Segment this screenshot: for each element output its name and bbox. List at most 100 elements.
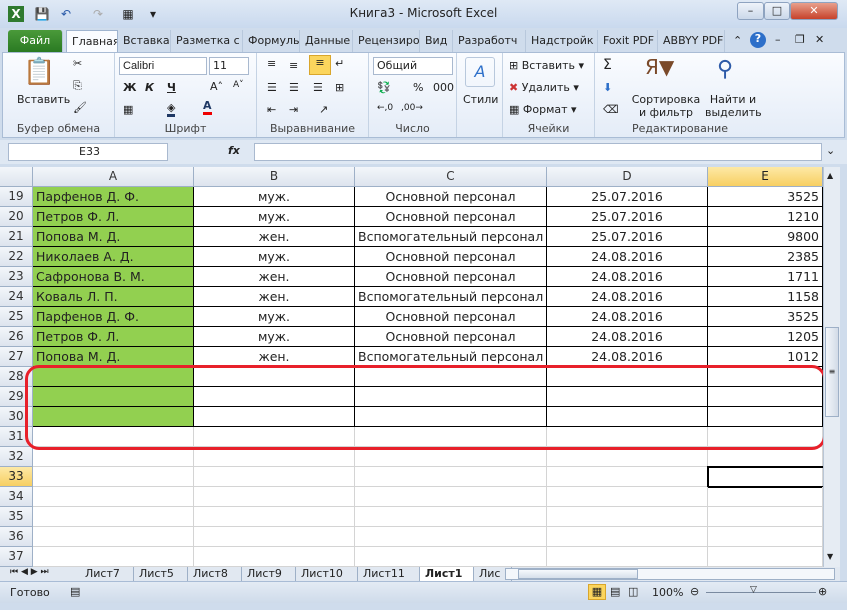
cell-d[interactable]: 24.08.2016 [547, 267, 708, 287]
cell-d[interactable]: 25.07.2016 [547, 207, 708, 227]
macro-record-icon[interactable]: ▤ [70, 585, 80, 598]
cell-b[interactable] [194, 367, 355, 387]
cell-a[interactable] [33, 487, 194, 507]
name-box[interactable]: E33 [8, 143, 168, 161]
paste-icon[interactable]: 📋 [23, 57, 55, 87]
row-header[interactable]: 19 [0, 187, 33, 207]
tab-foxit[interactable]: Foxit PDF [598, 30, 658, 52]
sheet-nav-icon[interactable]: ⏮ ◀ ▶ ⏭ [10, 567, 49, 577]
align-right-icon[interactable]: ☰ [313, 81, 323, 94]
cell-b[interactable] [194, 487, 355, 507]
cell-a[interactable]: Коваль Л. П. [33, 287, 194, 307]
tab-formulas[interactable]: Формулы [243, 30, 300, 52]
styles-icon[interactable]: A [465, 57, 495, 87]
shrink-font-icon[interactable]: A˅ [233, 80, 244, 90]
column-header-e[interactable]: E [708, 167, 823, 187]
row-header[interactable]: 24 [0, 287, 33, 307]
row-header[interactable]: 31 [0, 427, 33, 447]
row-header[interactable]: 37 [0, 547, 33, 567]
cell-c[interactable]: Основной персонал [355, 267, 547, 287]
format-cells-button[interactable]: ▦ Формат ▾ [509, 103, 577, 116]
cell-a[interactable]: Петров Ф. Л. [33, 207, 194, 227]
tab-file[interactable]: Файл [8, 30, 63, 52]
insert-function-button[interactable]: fx [228, 144, 240, 157]
cell-c[interactable] [355, 447, 547, 467]
cell-b[interactable] [194, 507, 355, 527]
fill-icon[interactable]: ⬇ [603, 81, 612, 94]
align-center-icon[interactable]: ☰ [289, 81, 299, 94]
row-header[interactable]: 30 [0, 407, 33, 427]
cell-d[interactable] [547, 427, 708, 447]
cell-e[interactable] [708, 447, 823, 467]
cell-b[interactable] [194, 427, 355, 447]
cell-b[interactable]: муж. [194, 187, 355, 207]
cell-c[interactable] [355, 527, 547, 547]
font-name-select[interactable]: Calibri [119, 57, 207, 75]
vertical-scrollbar[interactable]: ▲ ≡ ▼ [823, 167, 840, 567]
cell-d[interactable] [547, 407, 708, 427]
cell-d[interactable]: 24.08.2016 [547, 287, 708, 307]
tab-home[interactable]: Главная [66, 30, 118, 52]
sheet-tab[interactable]: Лист11 [358, 567, 420, 581]
row-header[interactable]: 32 [0, 447, 33, 467]
cell-b[interactable]: жен. [194, 227, 355, 247]
tab-addins[interactable]: Надстройк [526, 30, 598, 52]
cell-e[interactable] [708, 487, 823, 507]
row-header[interactable]: 23 [0, 267, 33, 287]
page-break-view-icon[interactable]: ◫ [628, 585, 638, 598]
cell-a[interactable]: Сафронова В. М. [33, 267, 194, 287]
zoom-level[interactable]: 100% [652, 586, 683, 599]
column-header-c[interactable]: C [355, 167, 547, 187]
orientation-icon[interactable]: ↗ [319, 103, 328, 116]
cell-c[interactable] [355, 427, 547, 447]
minimize-ribbon-icon[interactable]: ⌃ [733, 34, 742, 47]
cell-c[interactable] [355, 407, 547, 427]
cell-b[interactable] [194, 467, 355, 487]
align-bottom-icon[interactable]: ≡ [309, 55, 331, 75]
row-header[interactable]: 20 [0, 207, 33, 227]
cell-d[interactable]: 25.07.2016 [547, 187, 708, 207]
sheet-tab[interactable]: Лист10 [296, 567, 358, 581]
close-button[interactable]: ✕ [790, 2, 838, 20]
increase-decimal-icon[interactable]: ←,0 [377, 103, 393, 113]
cell-e[interactable] [708, 547, 823, 567]
cell-e[interactable]: 1158 [708, 287, 823, 307]
cell-e[interactable]: 1205 [708, 327, 823, 347]
cell-a[interactable]: Парфенов Д. Ф. [33, 307, 194, 327]
sheet-tab[interactable]: Лист5 [134, 567, 188, 581]
cell-d[interactable]: 24.08.2016 [547, 247, 708, 267]
cell-c[interactable]: Основной персонал [355, 247, 547, 267]
cell-b[interactable] [194, 547, 355, 567]
cell-b[interactable] [194, 527, 355, 547]
row-header[interactable]: 21 [0, 227, 33, 247]
cell-e[interactable]: 9800 [708, 227, 823, 247]
styles-button[interactable]: Стили [463, 93, 498, 106]
cell-a[interactable]: Парфенов Д. Ф. [33, 187, 194, 207]
decrease-indent-icon[interactable]: ⇤ [267, 103, 276, 116]
doc-close-icon[interactable]: ✕ [815, 33, 824, 46]
cell-a[interactable] [33, 547, 194, 567]
tab-view[interactable]: Вид [420, 30, 453, 52]
zoom-slider-handle[interactable]: ▽ [750, 585, 757, 595]
zoom-out-icon[interactable]: ⊖ [690, 585, 699, 598]
cell-c[interactable] [355, 487, 547, 507]
row-header[interactable]: 27 [0, 347, 33, 367]
row-header[interactable]: 22 [0, 247, 33, 267]
cell-a[interactable] [33, 507, 194, 527]
spreadsheet-grid[interactable]: A B C D E 19 Парфенов Д. Ф. муж. Основной персон… [0, 167, 823, 567]
scroll-up-icon[interactable]: ▲ [827, 171, 833, 180]
tab-abbyy[interactable]: ABBYY PDF [658, 30, 725, 52]
cell-d[interactable] [547, 387, 708, 407]
maximize-button[interactable]: □ [764, 2, 790, 20]
page-layout-view-icon[interactable]: ▤ [610, 585, 620, 598]
copy-icon[interactable]: ⎘ [73, 79, 82, 93]
clear-icon[interactable]: ⌫ [603, 103, 619, 116]
scroll-down-icon[interactable]: ▼ [827, 552, 833, 561]
minimize-button[interactable]: – [737, 2, 764, 20]
cut-icon[interactable]: ✂ [73, 57, 82, 70]
tab-data[interactable]: Данные [300, 30, 353, 52]
cell-d[interactable] [547, 547, 708, 567]
cell-b[interactable]: жен. [194, 347, 355, 367]
decrease-decimal-icon[interactable]: ,00→ [401, 103, 423, 113]
insert-cells-button[interactable]: ⊞ Вставить ▾ [509, 59, 584, 72]
